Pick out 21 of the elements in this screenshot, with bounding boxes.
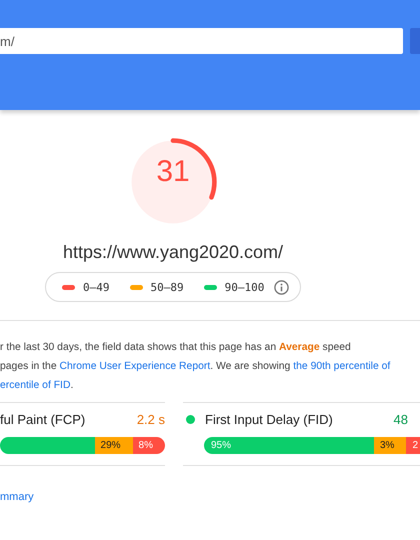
distribution-segment: 95%	[204, 437, 374, 454]
legend-label: 0–49	[83, 280, 110, 294]
report-link[interactable]: ercentile of FID	[0, 380, 70, 391]
tested-url: https://www.yang2020.com/	[62, 242, 284, 263]
legend-label: 90–100	[224, 280, 264, 294]
summary-link[interactable]: mmary	[0, 491, 34, 503]
field-data-description: r the last 30 days, the field data shows that this page has an Average speed pages in the Chrome User Experience Report. We are showing the 90th percentile of ercentile of FID.	[0, 341, 392, 393]
report-link[interactable]: Chrome User Experience Report	[60, 361, 210, 372]
distribution-segment: 29%	[94, 437, 133, 454]
metric-name: First Input Delay (FID)	[205, 412, 334, 426]
distribution-segment: 3%	[374, 437, 406, 454]
info-icon[interactable]	[274, 280, 290, 294]
performance-score: 31	[155, 154, 191, 190]
url-field[interactable]: m/	[0, 28, 403, 54]
distribution-segment: 2	[406, 437, 420, 454]
metric-value: 48	[394, 412, 408, 426]
metric-value: 2.2 s	[136, 412, 165, 426]
distribution-segment: 8%	[132, 437, 165, 454]
report-link[interactable]: the 90th percentile of	[293, 361, 390, 372]
metric-name: ful Paint (FCP)	[0, 412, 86, 426]
legend-label: 50–89	[150, 280, 184, 294]
